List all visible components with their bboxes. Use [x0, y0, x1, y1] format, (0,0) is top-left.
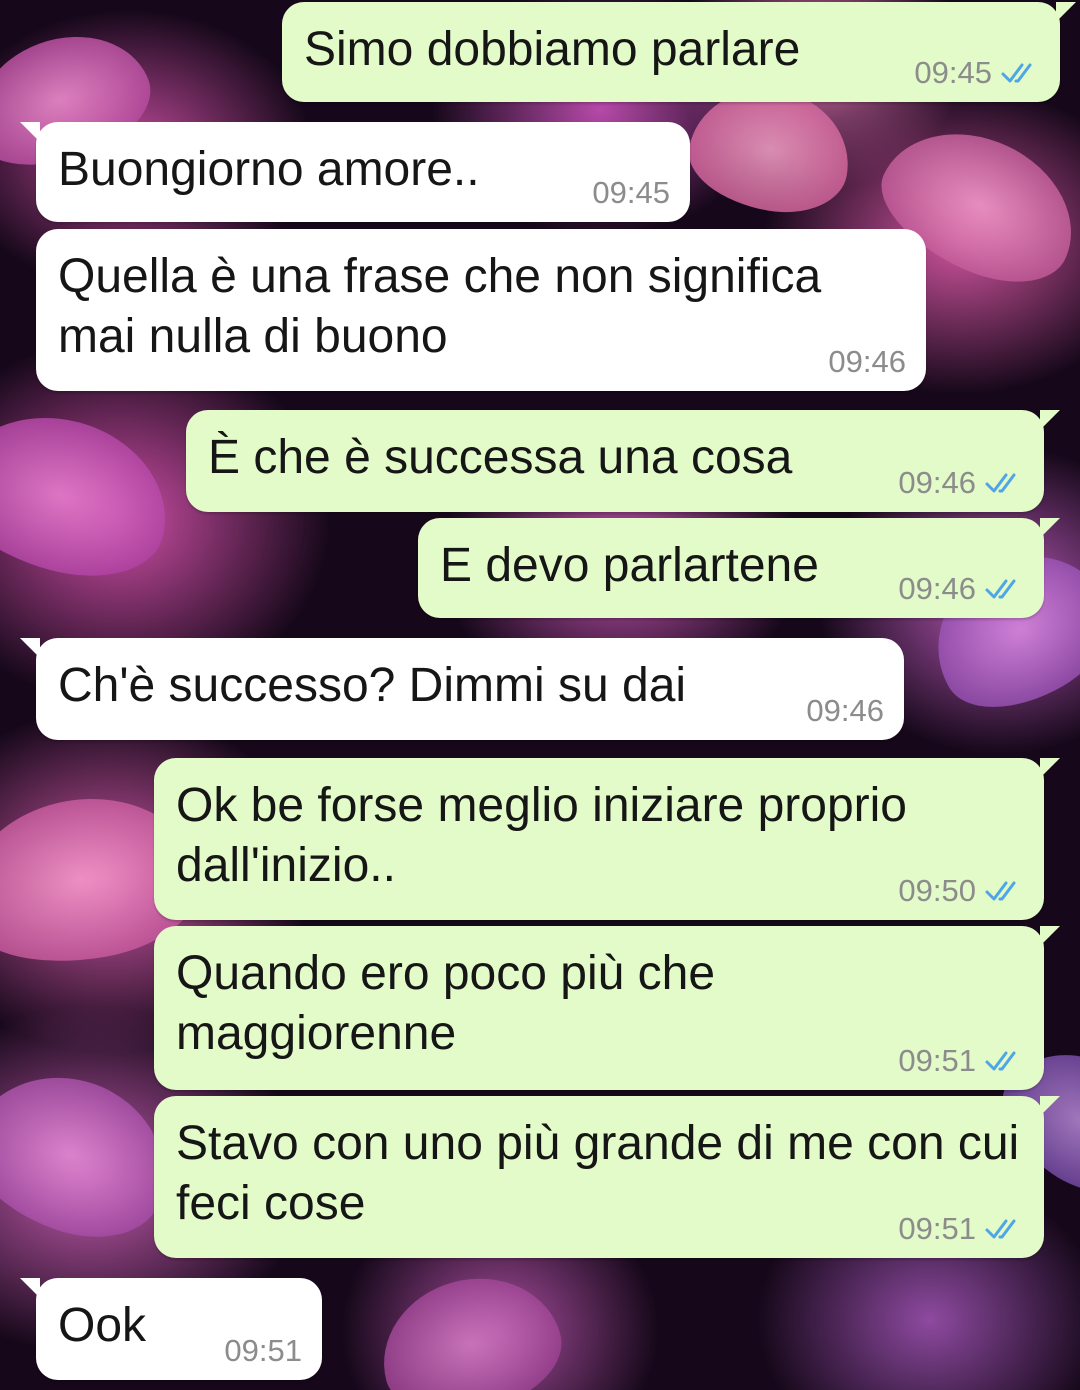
read-double-check-icon: [985, 473, 1016, 493]
message-time: 09:45: [592, 175, 670, 210]
message-meta: 09:50: [898, 874, 1024, 908]
read-double-check-icon: [985, 881, 1016, 901]
outgoing-message-bubble[interactable]: Simo dobbiamo parlare 09:45: [282, 2, 1076, 102]
message-meta: 09:46: [828, 345, 906, 379]
message-meta: 09:51: [898, 1212, 1024, 1246]
message-meta: 09:46: [898, 466, 1024, 500]
message-time: 09:51: [898, 1043, 976, 1078]
message-time: 09:51: [224, 1333, 302, 1368]
chat-message-list[interactable]: Simo dobbiamo parlare 09:45 Buongiorno a…: [0, 0, 1080, 1390]
outgoing-message-bubble[interactable]: E devo parlartene 09:46: [418, 518, 1060, 618]
message-meta: 09:45: [914, 56, 1040, 90]
incoming-message-bubble[interactable]: Quella è una frase che non significa mai…: [36, 229, 926, 391]
message-time: 09:51: [898, 1211, 976, 1246]
message-time: 09:46: [828, 344, 906, 379]
read-double-check-icon: [985, 579, 1016, 599]
message-time: 09:46: [898, 571, 976, 606]
incoming-message-bubble[interactable]: Ook 09:51: [20, 1278, 322, 1380]
message-meta: 09:46: [898, 572, 1024, 606]
read-double-check-icon: [985, 1051, 1016, 1071]
message-time: 09:45: [914, 55, 992, 90]
message-time: 09:46: [898, 465, 976, 500]
incoming-message-bubble[interactable]: Ch'è successo? Dimmi su dai 09:46: [20, 638, 904, 740]
message-text: Quella è una frase che non significa mai…: [58, 250, 835, 363]
outgoing-message-bubble[interactable]: Stavo con uno più grande di me con cui f…: [154, 1096, 1060, 1258]
outgoing-message-bubble[interactable]: È che è successa una cosa 09:46: [186, 410, 1060, 512]
incoming-message-bubble[interactable]: Buongiorno amore.. 09:45: [20, 122, 690, 222]
message-time: 09:46: [806, 693, 884, 728]
message-meta: 09:46: [806, 694, 884, 728]
message-time: 09:50: [898, 873, 976, 908]
message-meta: 09:51: [224, 1334, 302, 1368]
message-meta: 09:51: [898, 1044, 1024, 1078]
outgoing-message-bubble[interactable]: Ok be forse meglio iniziare proprio dall…: [154, 758, 1060, 920]
read-double-check-icon: [985, 1219, 1016, 1239]
message-text: Ok be forse meglio iniziare proprio dall…: [176, 779, 921, 892]
message-text: Buongiorno amore..: [58, 143, 480, 196]
message-text: Ch'è successo? Dimmi su dai: [58, 659, 687, 712]
message-text: Quando ero poco più che maggiorenne: [176, 947, 729, 1060]
read-double-check-icon: [1001, 63, 1032, 83]
outgoing-message-bubble[interactable]: Quando ero poco più che maggiorenne 09:5…: [154, 926, 1060, 1090]
message-meta: 09:45: [592, 176, 670, 210]
